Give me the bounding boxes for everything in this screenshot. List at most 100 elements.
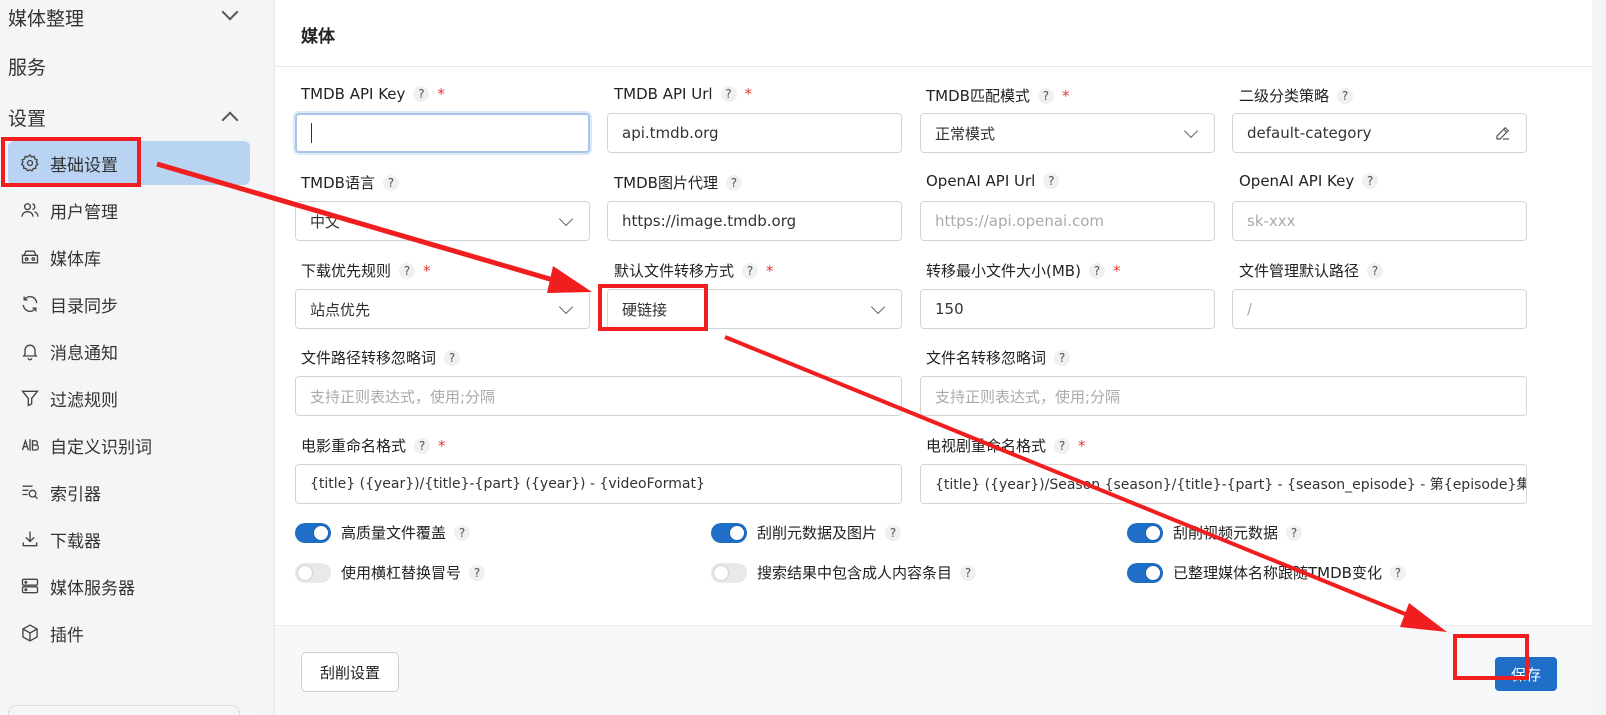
help-icon[interactable]: ? bbox=[742, 262, 759, 279]
path-ignore-words-input[interactable]: 支持正则表达式，使用;分隔 bbox=[295, 376, 902, 416]
toggle-switch[interactable] bbox=[295, 562, 331, 583]
help-icon[interactable]: ? bbox=[469, 564, 486, 581]
sidebar-item-plugins[interactable]: 插件 bbox=[8, 611, 250, 655]
sidebar-item-custom-words[interactable]: 自定义识别词 bbox=[8, 423, 250, 467]
label-text: 文件路径转移忽略词 bbox=[301, 349, 437, 367]
users-icon bbox=[20, 200, 40, 220]
sidebar-item-media-servers[interactable]: 媒体服务器 bbox=[8, 564, 250, 608]
toggle-switch[interactable] bbox=[1127, 522, 1163, 543]
label-text: 下载优先规则 bbox=[301, 262, 392, 280]
text-cursor bbox=[311, 123, 312, 143]
switch-scrape-metadata[interactable]: 刮削元数据及图片 ? bbox=[711, 522, 902, 543]
toggle-switch[interactable] bbox=[711, 562, 747, 583]
label-text: 文件管理默认路径 bbox=[1239, 262, 1360, 280]
sidebar-item-indexers[interactable]: 索引器 bbox=[8, 470, 250, 514]
nav-group-media-organize[interactable]: 媒体整理 bbox=[8, 4, 84, 31]
tmdb-match-mode-select[interactable]: 正常模式 bbox=[920, 113, 1215, 153]
bell-icon bbox=[20, 341, 40, 361]
nav-group-settings[interactable]: 设置 bbox=[8, 104, 46, 131]
input-value: api.tmdb.org bbox=[622, 124, 719, 142]
input-value: {title} ({year})/Season {season}/{title}… bbox=[935, 477, 1527, 493]
select-value: 站点优先 bbox=[310, 300, 371, 319]
help-icon[interactable]: ? bbox=[725, 174, 742, 191]
help-icon[interactable]: ? bbox=[399, 262, 416, 279]
sidebar: 媒体整理 服务 设置 基础设置 用户管理 媒体库 目录同步 消息通知 过滤规则 … bbox=[0, 0, 258, 715]
help-icon[interactable]: ? bbox=[444, 349, 461, 366]
tmdb-language-select[interactable]: 中文 bbox=[295, 201, 590, 241]
toggle-switch[interactable] bbox=[295, 522, 331, 543]
tmdb-api-url-input[interactable]: api.tmdb.org bbox=[607, 113, 902, 153]
download-priority-select[interactable]: 站点优先 bbox=[295, 289, 590, 329]
help-icon[interactable]: ? bbox=[720, 86, 737, 102]
sidebar-item-basic-settings[interactable]: 基础设置 bbox=[8, 141, 250, 185]
help-icon[interactable]: ? bbox=[1043, 173, 1060, 189]
chevron-down-icon[interactable] bbox=[221, 3, 239, 21]
sidebar-item-label: 索引器 bbox=[50, 484, 101, 505]
help-icon[interactable]: ? bbox=[1054, 437, 1071, 454]
edit-icon[interactable] bbox=[1494, 124, 1512, 142]
sidebar-item-notifications[interactable]: 消息通知 bbox=[8, 329, 250, 373]
tmdb-image-proxy-input[interactable]: https://image.tmdb.org bbox=[607, 201, 902, 241]
required-mark: * bbox=[766, 261, 774, 280]
switch-include-adult[interactable]: 搜索结果中包含成人内容条目 ? bbox=[711, 562, 977, 583]
switch-scrape-video-metadata[interactable]: 刮削视频元数据 ? bbox=[1127, 522, 1303, 543]
filename-ignore-words-input[interactable]: 支持正则表达式，使用;分隔 bbox=[920, 376, 1527, 416]
select-value: 正常模式 bbox=[935, 124, 996, 143]
min-file-size-input[interactable]: 150 bbox=[920, 289, 1215, 329]
sidebar-item-users[interactable]: 用户管理 bbox=[8, 188, 250, 232]
openai-api-url-input[interactable]: https://api.openai.com bbox=[920, 201, 1215, 241]
help-icon[interactable]: ? bbox=[454, 524, 471, 541]
switch-label: 刮削视频元数据 bbox=[1173, 524, 1279, 542]
tv-rename-format-label: 电视剧重命名格式 ? * bbox=[926, 435, 1086, 456]
help-icon[interactable]: ? bbox=[960, 564, 977, 581]
toggle-knob bbox=[298, 565, 312, 580]
tmdb-api-key-input[interactable] bbox=[295, 113, 590, 153]
sidebar-item-label: 媒体服务器 bbox=[50, 578, 135, 599]
file-manager-path-input[interactable]: / bbox=[1232, 289, 1527, 329]
help-icon[interactable]: ? bbox=[382, 174, 399, 191]
help-icon[interactable]: ? bbox=[885, 524, 902, 541]
transfer-mode-select[interactable]: 硬链接 bbox=[607, 289, 902, 329]
help-icon[interactable]: ? bbox=[1286, 524, 1303, 541]
help-icon[interactable]: ? bbox=[1037, 87, 1054, 104]
sidebar-item-directory-sync[interactable]: 目录同步 bbox=[8, 282, 250, 326]
scrape-settings-button[interactable]: 刮削设置 bbox=[301, 652, 399, 692]
switch-high-quality-overwrite[interactable]: 高质量文件覆盖 ? bbox=[295, 522, 471, 543]
help-icon[interactable]: ? bbox=[1088, 262, 1105, 279]
nav-group-services[interactable]: 服务 bbox=[8, 53, 46, 80]
help-icon[interactable]: ? bbox=[1054, 349, 1071, 366]
help-icon[interactable]: ? bbox=[1367, 262, 1384, 279]
filename-ignore-words-label: 文件名转移忽略词 ? bbox=[926, 347, 1071, 368]
sidebar-item-label: 媒体库 bbox=[50, 249, 101, 270]
input-placeholder: 支持正则表达式，使用;分隔 bbox=[935, 387, 1121, 406]
toggle-switch[interactable] bbox=[711, 522, 747, 543]
help-icon[interactable]: ? bbox=[1389, 564, 1406, 581]
movie-rename-format-input[interactable]: {title} ({year})/{title}-{part} ({year})… bbox=[295, 464, 902, 504]
label-text: TMDB API Url bbox=[614, 85, 713, 103]
sidebar-item-downloaders[interactable]: 下载器 bbox=[8, 517, 250, 561]
openai-api-key-input[interactable]: sk-xxx bbox=[1232, 201, 1527, 241]
media-library-icon bbox=[20, 247, 40, 267]
label-text: 转移最小文件大小(MB) bbox=[926, 262, 1081, 280]
secondary-category-input[interactable]: default-category bbox=[1232, 113, 1527, 153]
card-footer: 刮削设置 保存 bbox=[275, 625, 1592, 715]
switch-dash-replace-colon[interactable]: 使用横杠替换冒号 ? bbox=[295, 562, 486, 583]
required-mark: * bbox=[744, 85, 753, 103]
server-icon bbox=[20, 576, 40, 596]
switch-follow-tmdb-name[interactable]: 已整理媒体名称跟随TMDB变化 ? bbox=[1127, 562, 1406, 583]
sidebar-item-filter-rules[interactable]: 过滤规则 bbox=[8, 376, 250, 420]
sidebar-item-media-library[interactable]: 媒体库 bbox=[8, 235, 250, 279]
chevron-up-icon[interactable] bbox=[221, 111, 239, 129]
tmdb-image-proxy-label: TMDB图片代理 ? bbox=[614, 172, 742, 193]
label-text: 默认文件转移方式 bbox=[614, 262, 735, 280]
tv-rename-format-input[interactable]: {title} ({year})/Season {season}/{title}… bbox=[920, 464, 1527, 504]
save-button[interactable]: 保存 bbox=[1495, 657, 1557, 691]
toggle-switch[interactable] bbox=[1127, 562, 1163, 583]
help-icon[interactable]: ? bbox=[414, 437, 431, 454]
help-icon[interactable]: ? bbox=[1337, 87, 1354, 104]
label-text: OpenAI API Url bbox=[926, 172, 1036, 190]
input-placeholder: 支持正则表达式，使用;分隔 bbox=[310, 387, 496, 406]
help-icon[interactable]: ? bbox=[413, 86, 430, 102]
help-icon[interactable]: ? bbox=[1362, 173, 1379, 189]
sidebar-item-label: 下载器 bbox=[50, 531, 101, 552]
